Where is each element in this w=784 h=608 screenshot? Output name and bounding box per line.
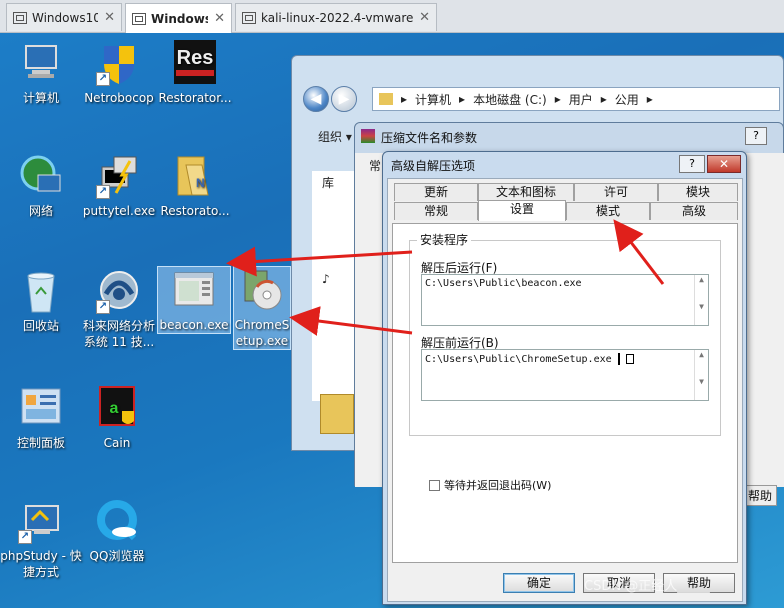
- tab-setup[interactable]: 设置: [478, 200, 566, 221]
- watermark: CSDN @正经人_____: [584, 579, 710, 594]
- arrow-to-beacon: [226, 246, 413, 277]
- arrow-to-chromesetup: [289, 306, 413, 336]
- annotation-arrows: [226, 219, 665, 336]
- arrow-to-setup-tab: [613, 219, 665, 285]
